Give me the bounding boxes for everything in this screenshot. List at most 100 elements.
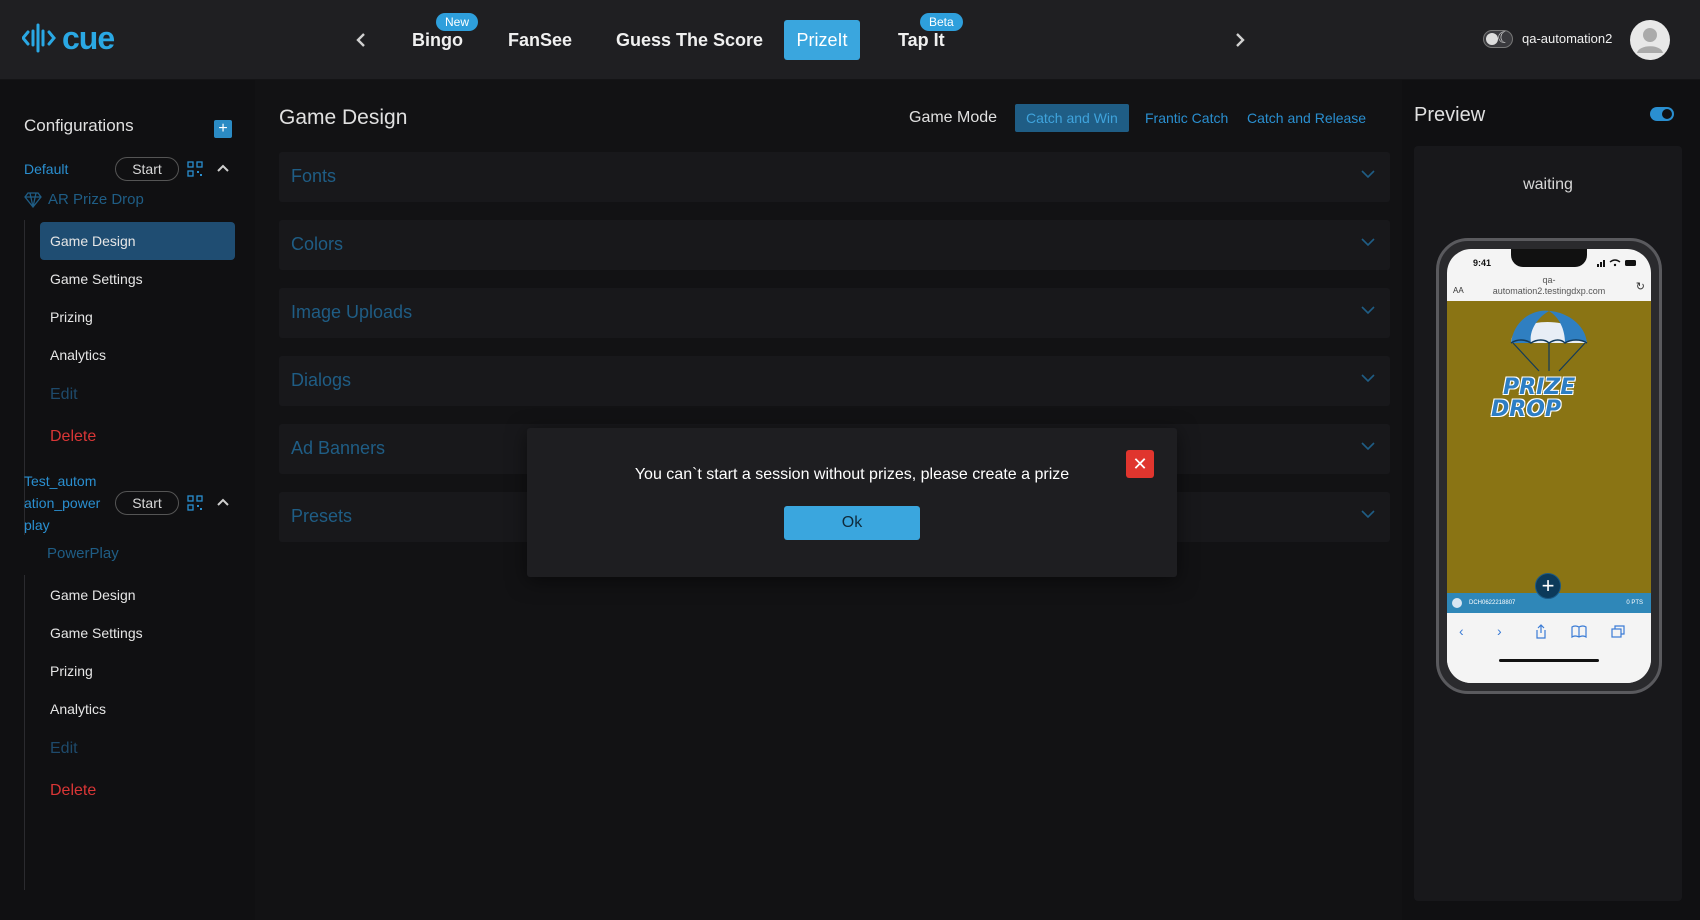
qr-code-icon[interactable] [187, 161, 203, 177]
tab-fansee-label: FanSee [508, 29, 573, 50]
menu-delete[interactable]: Delete [40, 418, 235, 456]
chevron-down-icon [1361, 374, 1375, 383]
game-mode-label: Game Mode [909, 109, 998, 126]
game-preview-area: PRIZE DROP [1447, 301, 1651, 593]
section-fonts[interactable]: Fonts [279, 152, 1390, 202]
dialog-message: You can`t start a session without prizes… [634, 466, 1070, 483]
qr-code-icon[interactable] [187, 495, 203, 511]
mode-catch-and-release[interactable]: Catch and Release [1236, 104, 1377, 132]
phone-status-bar: 9:41 [1447, 249, 1651, 275]
section-label: Colors [291, 234, 344, 254]
preview-toggle-knob [1662, 109, 1672, 119]
start-button-default[interactable]: Start [115, 157, 179, 181]
prize-drop-logo: PRIZE DROP [1491, 377, 1611, 421]
tab-bingo[interactable]: Bingo New [400, 13, 479, 60]
tab-prizeit-label: PrizeIt [796, 29, 848, 50]
configurations-sidebar: Configurations + Default Start AR Prize … [0, 80, 255, 920]
back-icon: ‹ [1459, 623, 1464, 639]
menu-game-design[interactable]: Game Design [40, 576, 235, 614]
config-name-line: ation_power [24, 495, 101, 511]
prize-drop-logo-line: DROP [1491, 397, 1562, 422]
preview-title: Preview [1414, 104, 1486, 126]
no-prizes-dialog: You can`t start a session without prizes… [527, 428, 1177, 577]
chevron-down-icon [1361, 170, 1375, 179]
tab-prizeit[interactable]: PrizeIt [784, 20, 860, 60]
ok-button[interactable]: Ok [784, 506, 920, 540]
top-bar: cue Bingo New FanSee Guess The Score Pri… [0, 0, 1700, 80]
user-avatar[interactable] [1630, 20, 1670, 60]
close-icon[interactable]: ✕ [1126, 450, 1154, 478]
add-configuration-button[interactable]: + [214, 120, 232, 138]
phone-mockup: 9:41 AA qa- automation2.testingdxp.com ↻ [1436, 238, 1662, 694]
signal-wifi-battery-icon [1597, 259, 1636, 267]
tab-fansee[interactable]: FanSee [496, 20, 584, 60]
chevron-down-icon [1361, 510, 1375, 519]
chevron-down-icon [1361, 442, 1375, 451]
tab-tap-it[interactable]: Tap It Beta [886, 13, 963, 60]
menu-edit[interactable]: Edit [40, 376, 235, 414]
menu-delete[interactable]: Delete [40, 772, 235, 810]
tab-tap-it-label: Tap It [898, 29, 945, 50]
section-label: Presets [291, 506, 353, 526]
cue-waveform-icon [22, 23, 56, 53]
menu-prizing[interactable]: Prizing [40, 652, 235, 690]
phone-screen: 9:41 AA qa- automation2.testingdxp.com ↻ [1447, 249, 1651, 683]
game-type-powerplay: PowerPlay [47, 545, 119, 562]
menu-analytics[interactable]: Analytics [40, 690, 235, 728]
phone-url-bar: AA qa- automation2.testingdxp.com ↻ [1447, 275, 1651, 301]
section-image-uploads[interactable]: Image Uploads [279, 288, 1390, 338]
moon-icon: ☾ [1497, 30, 1512, 47]
menu-game-settings[interactable]: Game Settings [40, 614, 235, 652]
coin-icon [1452, 598, 1462, 608]
home-indicator [1499, 659, 1599, 662]
user-icon [1637, 28, 1663, 53]
preview-status: waiting [1523, 176, 1573, 193]
config-name-default[interactable]: Default [24, 158, 68, 180]
menu-analytics[interactable]: Analytics [40, 336, 235, 374]
preview-card: waiting 9:41 AA qa- automation2.testingd… [1414, 146, 1682, 901]
tabs-icon [1611, 625, 1625, 638]
preview-panel: Preview waiting 9:41 AA qa- automation2.… [1402, 80, 1700, 920]
share-icon [1536, 624, 1546, 639]
tab-guess-the-score-label: Guess The Score [616, 29, 764, 50]
menu-game-design[interactable]: Game Design [40, 222, 235, 260]
phone-time: 9:41 [1473, 258, 1492, 268]
phone-notch [1511, 249, 1587, 267]
nav-prev-arrow-icon[interactable] [349, 28, 373, 52]
menu-game-settings[interactable]: Game Settings [40, 260, 235, 298]
reload-icon: ↻ [1635, 281, 1645, 293]
chevron-up-icon[interactable] [217, 497, 229, 507]
mode-frantic-catch[interactable]: Frantic Catch [1134, 104, 1239, 132]
bookmarks-icon [1571, 625, 1587, 638]
section-label: Dialogs [291, 370, 352, 390]
cue-logo[interactable]: cue [22, 20, 115, 56]
diamond-icon [24, 191, 42, 208]
game-type-ar-prize-drop: AR Prize Drop [24, 191, 144, 208]
preview-toggle[interactable] [1650, 107, 1674, 121]
url-line: qa- [1542, 275, 1556, 285]
game-points: 0 PTS [1626, 600, 1643, 606]
game-code: DCH0622218807 [1469, 600, 1516, 606]
config-name-test-automation-powerplay[interactable]: Test_autom ation_power play [24, 470, 100, 536]
section-dialogs[interactable]: Dialogs [279, 356, 1390, 406]
tab-guess-the-score[interactable]: Guess The Score [604, 20, 775, 60]
username: qa-automation2 [1522, 31, 1613, 46]
new-badge: New [436, 13, 479, 31]
safari-toolbar: ‹ › [1447, 613, 1651, 683]
url-line: automation2.testingdxp.com [1492, 286, 1606, 296]
config-name-line: Test_autom [24, 473, 97, 489]
menu-prizing[interactable]: Prizing [40, 298, 235, 336]
logo-text: cue [62, 20, 115, 56]
page-title: Game Design [279, 106, 408, 129]
section-colors[interactable]: Colors [279, 220, 1390, 270]
start-button-test-automation[interactable]: Start [115, 491, 179, 515]
section-label: Fonts [291, 166, 337, 186]
mode-catch-and-win[interactable]: Catch and Win [1015, 104, 1129, 132]
chevron-up-icon[interactable] [217, 163, 229, 173]
section-label: Ad Banners [291, 438, 386, 458]
beta-badge: Beta [920, 13, 963, 31]
game-type-label: AR Prize Drop [48, 191, 144, 208]
menu-edit[interactable]: Edit [40, 730, 235, 768]
nav-next-arrow-icon[interactable] [1228, 28, 1252, 52]
section-label: Image Uploads [291, 302, 413, 322]
